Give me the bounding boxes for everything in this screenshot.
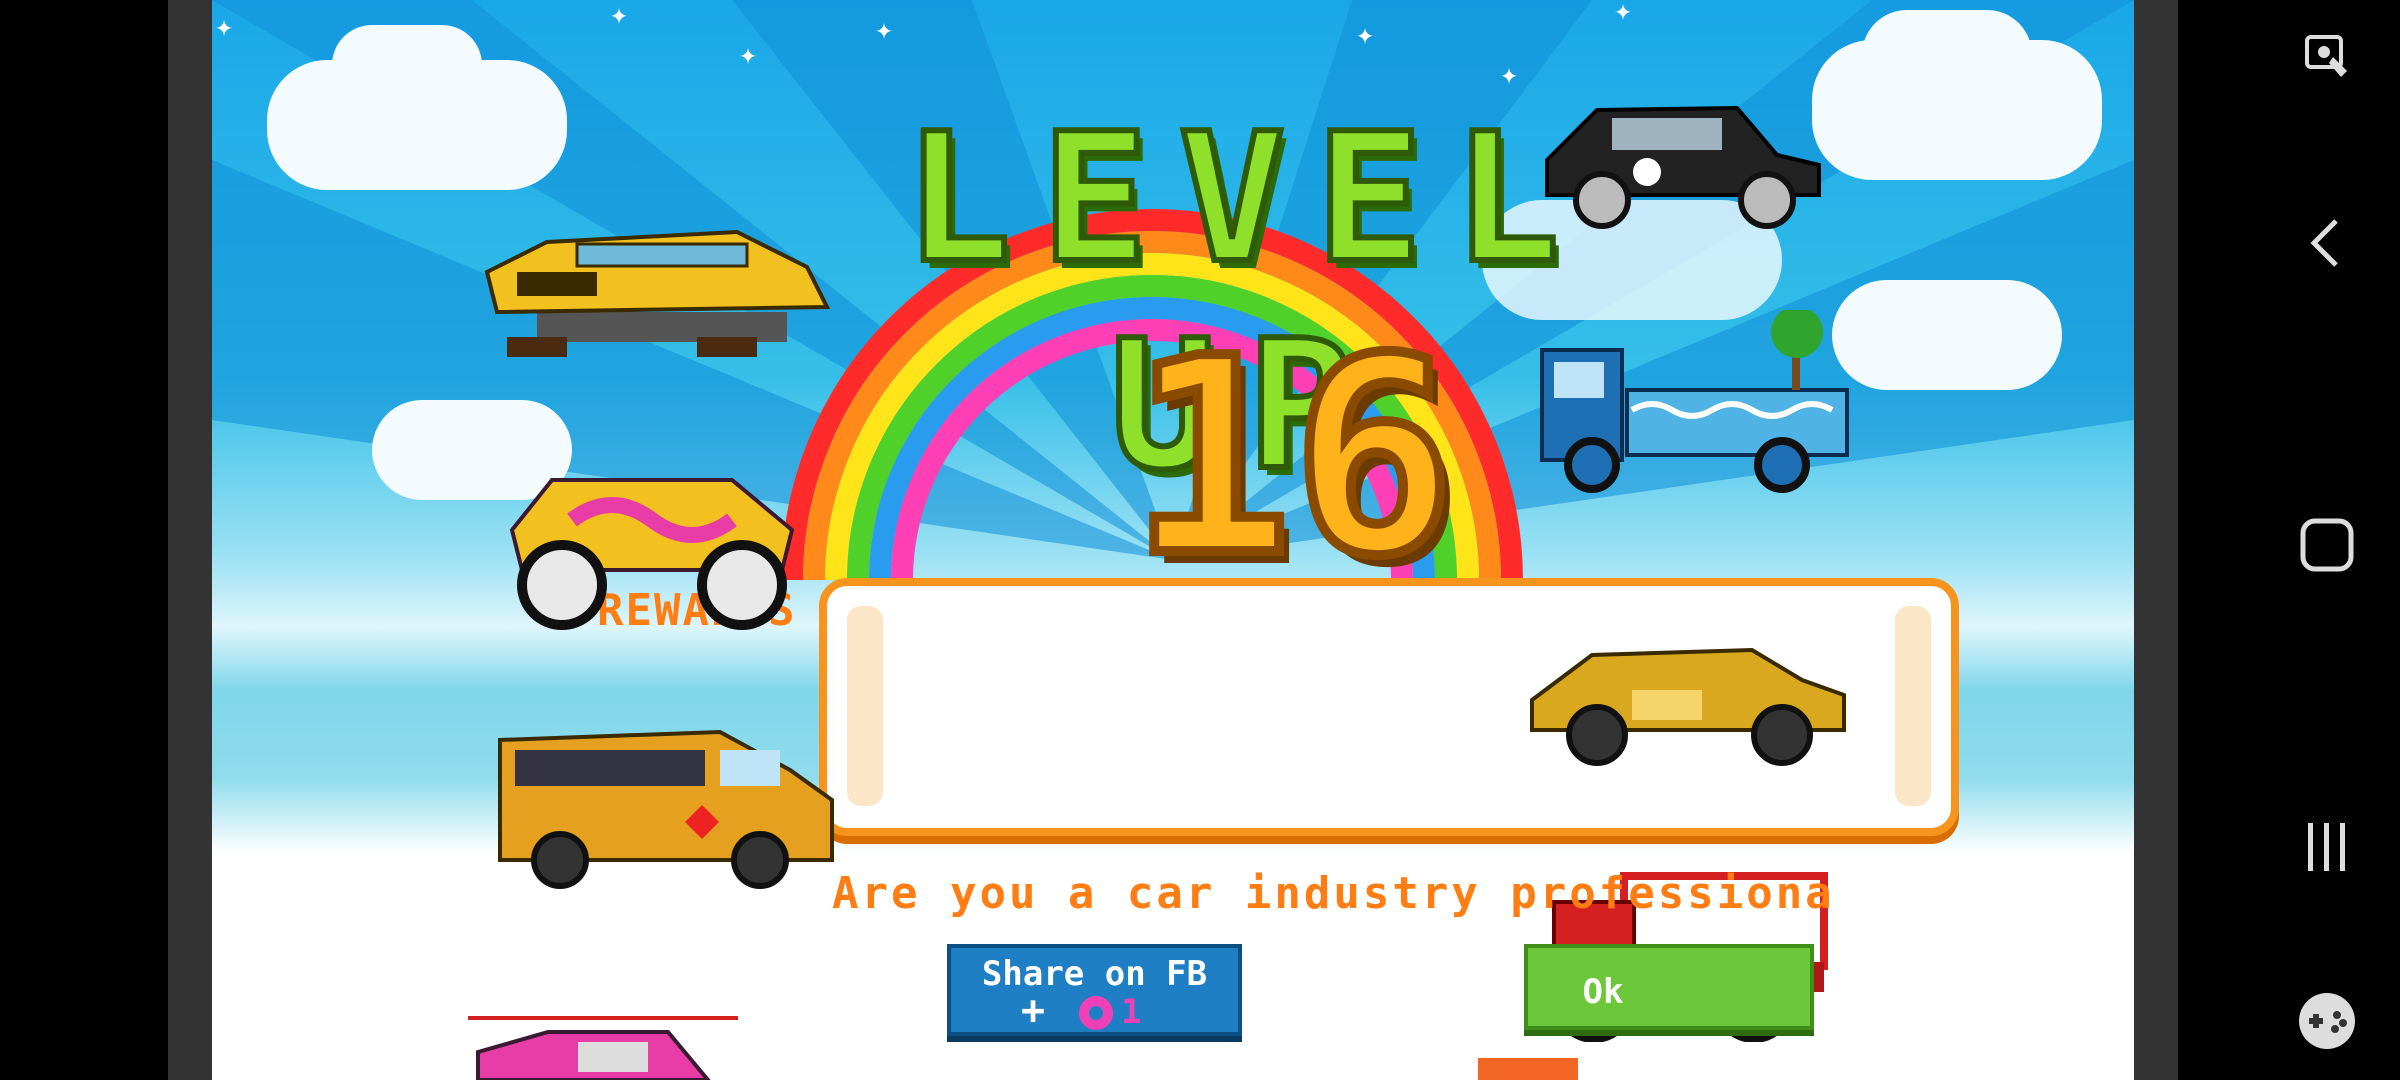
star: ✦ [739,37,758,72]
black-sedan [1545,105,1821,229]
donut-icon [1079,996,1113,1030]
home-icon[interactable] [2290,508,2364,582]
taxi-car [484,229,831,357]
game-viewport[interactable]: ✦ ✦ ✦ ✦ ✦ ✦ ✦ LEVEL UP 16 REWARDS Are yo… [212,0,2134,1080]
star: ✦ [215,9,234,44]
ok-button-label: Ok [1582,972,1624,1012]
cloud [1862,10,2032,100]
cloud [1832,280,2062,390]
pool-truck [1540,310,1849,493]
orange-tab [1478,1058,1578,1080]
share-button-label: Share on FB [981,954,1208,994]
panel-edge-left [847,606,883,806]
level-number: 16 [1124,295,1459,620]
gold-rally-car [1530,647,1846,766]
left-frame [168,0,212,1080]
industry-question: Are you a car industry professiona [832,868,1835,919]
left-bezel [0,0,168,1080]
system-nav-bar [2178,0,2400,1080]
recents-icon[interactable] [2290,810,2364,884]
game-launcher-icon[interactable] [2290,984,2364,1058]
share-reward-count: 1 [1121,992,1142,1032]
star: ✦ [1500,57,1519,92]
star: ✦ [1356,17,1375,52]
right-frame [2134,0,2178,1080]
star: ✦ [610,0,629,32]
share-on-fb-button[interactable]: Share on FB + 1 [947,944,1242,1036]
game-tools-icon[interactable] [2290,18,2364,92]
plus-icon: + [1021,988,1046,1034]
cloud [332,25,482,105]
star: ✦ [875,12,894,47]
ok-button[interactable]: Ok [1524,944,1814,1030]
back-icon[interactable] [2290,206,2364,280]
pink-helicopter [468,1016,738,1080]
buggy-car [509,478,795,630]
star: ✦ [1614,0,1633,28]
panel-edge-right [1895,606,1931,806]
school-bus [498,729,834,889]
